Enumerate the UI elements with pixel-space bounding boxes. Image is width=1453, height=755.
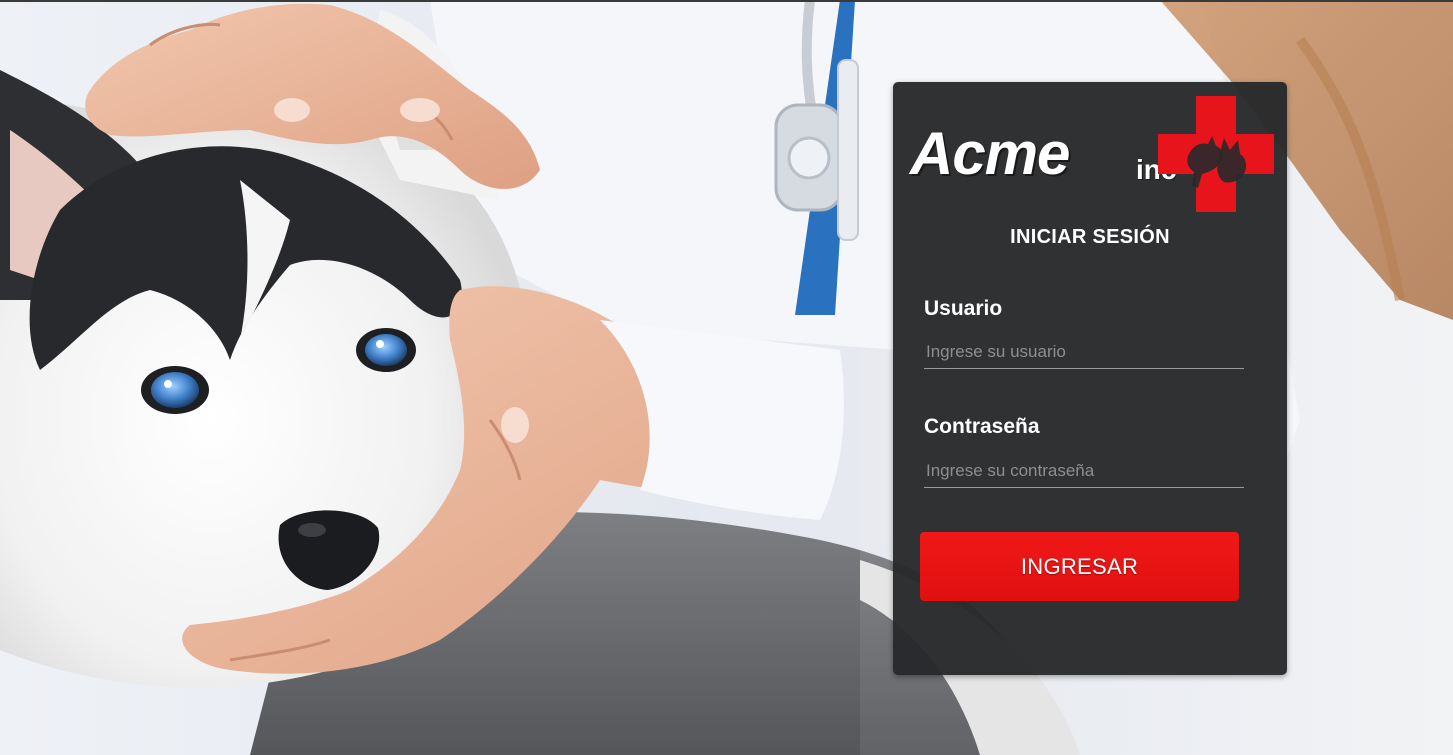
username-label: Usuario xyxy=(924,297,1003,320)
login-panel: Acme inc INICIAR SESIÓN Usuario Contrase… xyxy=(893,82,1287,675)
password-label: Contraseña xyxy=(924,415,1040,438)
brand-logo: Acme inc xyxy=(908,96,1274,214)
medical-cross-pets-icon xyxy=(1158,96,1274,212)
username-input[interactable] xyxy=(924,335,1244,369)
login-title: INICIAR SESIÓN xyxy=(1010,226,1170,248)
brand-name: Acme xyxy=(910,120,1070,187)
login-submit-button[interactable]: INGRESAR xyxy=(920,532,1239,601)
window-top-edge xyxy=(0,0,1453,2)
password-input[interactable] xyxy=(924,454,1244,488)
